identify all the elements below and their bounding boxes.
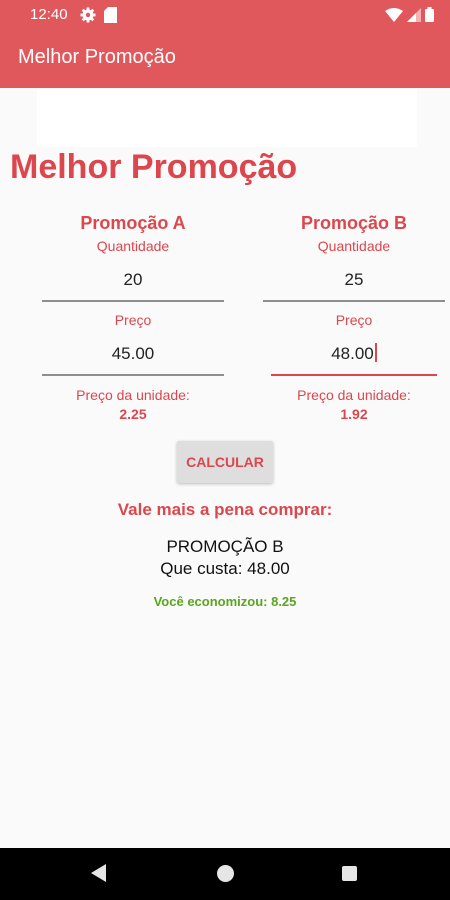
battery-icon xyxy=(425,7,434,27)
promo-b-quantity-value[interactable]: 25 xyxy=(263,260,445,300)
calculate-button[interactable]: CALCULAR xyxy=(177,441,273,483)
result-cost: Que custa: 48.00 xyxy=(160,559,290,578)
promo-b-unit-label: Preço da unidade: xyxy=(297,387,411,403)
status-bar: 12:40 xyxy=(0,0,450,30)
promo-a-price-field[interactable]: 45.00 xyxy=(42,334,224,376)
signal-icon xyxy=(407,7,421,27)
wifi-icon xyxy=(385,7,403,27)
promo-b-price-field[interactable]: 48.00 xyxy=(271,334,437,376)
promo-a-quantity-value[interactable]: 20 xyxy=(42,260,224,300)
home-icon[interactable] xyxy=(217,865,234,882)
app-title: Melhor Promoção xyxy=(18,46,176,68)
promo-b-quantity-field[interactable]: 25 xyxy=(263,260,445,302)
result-winner: PROMOÇÃO B xyxy=(166,537,284,556)
promo-b-title: Promoção B xyxy=(300,213,408,233)
promo-a-unit-value: 2.25 xyxy=(119,406,147,422)
page-title: Melhor Promoção xyxy=(10,148,298,186)
result-heading: Vale mais a pena comprar: xyxy=(117,500,333,519)
promo-b-unit-value: 1.92 xyxy=(340,406,368,422)
promo-a-quantity-label: Quantidade xyxy=(96,238,170,254)
promo-b-price-input[interactable]: 48.00 xyxy=(271,334,437,374)
text-cursor xyxy=(374,343,377,362)
promo-a-unit-label: Preço da unidade: xyxy=(76,387,190,403)
back-icon[interactable] xyxy=(91,864,107,887)
app-bar: Melhor Promoção xyxy=(0,30,450,88)
status-icons xyxy=(385,7,434,27)
result-savings: Você economizou: 8.25 xyxy=(153,594,297,609)
navigation-bar xyxy=(0,848,450,900)
gear-icon xyxy=(80,7,96,23)
promo-a-quantity-field[interactable]: 20 xyxy=(42,260,224,302)
promo-b-column: Promoção B Quantidade 25 Preço 48.00 Pre… xyxy=(259,210,449,424)
promo-a-title: Promoção A xyxy=(80,213,186,233)
promo-a-column: Promoção A Quantidade 20 Preço 45.00 Pre… xyxy=(38,210,228,424)
sd-card-icon xyxy=(104,7,117,23)
promo-a-price-label: Preço xyxy=(114,312,152,328)
promo-b-quantity-label: Quantidade xyxy=(317,238,391,254)
promo-b-price-label: Preço xyxy=(335,312,373,328)
status-time: 12:40 xyxy=(30,6,68,23)
banner-placeholder xyxy=(37,89,417,147)
promo-b-price-value: 48.00 xyxy=(331,344,374,363)
promo-a-price-value[interactable]: 45.00 xyxy=(42,334,224,374)
recents-icon[interactable] xyxy=(342,866,357,881)
